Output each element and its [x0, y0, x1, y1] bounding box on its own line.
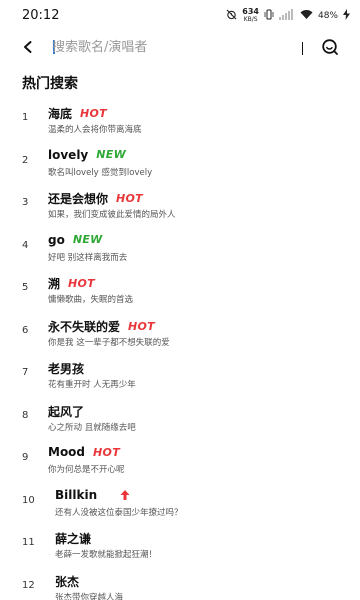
item-subtitle: 如果，我们变成彼此爱情的局外人 [48, 210, 176, 220]
item-title: 张杰 [55, 574, 80, 589]
item-title: lovely [48, 147, 89, 162]
new-badge: NEW [72, 233, 103, 246]
charging-icon [343, 9, 350, 23]
item-title: 薛之谦 [55, 532, 92, 546]
item-title-line: 张杰 [55, 573, 79, 590]
item-title-line: 还是会想你 HOT [48, 190, 143, 207]
item-subtitle: 慵懒歌曲，失眠的首选 [48, 295, 134, 305]
item-title-line: 海底 HOT [48, 105, 107, 122]
search-icon [322, 39, 338, 55]
hot-search-item[interactable]: 12 张杰张杰带你穿越人海 [0, 565, 360, 600]
item-title-line: go NEW [48, 233, 103, 247]
item-title-line: Mood HOT [48, 445, 120, 459]
hot-badge: HOT [93, 445, 120, 459]
hot-badge: HOT [128, 319, 155, 333]
item-title-line: 薛之谦 [55, 530, 91, 547]
item-title-line: Billkin [55, 488, 131, 502]
item-title-line: 溯 HOT [48, 275, 95, 292]
search-button[interactable] [318, 35, 342, 59]
item-title: 溯 [48, 277, 61, 291]
rank-number: 4 [22, 239, 29, 251]
signal-icon [278, 9, 295, 23]
item-title-line: 起风了 [48, 403, 84, 420]
search-bar [0, 30, 360, 62]
item-subtitle: 花有重开时 人无再少年 [48, 380, 136, 390]
wifi-icon [300, 9, 313, 23]
item-title: Billkin [55, 487, 98, 502]
status-bar: 20:12 634 KB/S 48% [0, 0, 360, 32]
item-title: go [48, 232, 65, 247]
item-subtitle: 还有人没被这位泰国少年撩过吗？ [55, 507, 183, 518]
hot-search-item[interactable]: 8 起风了心之所动 且就随缘去吧 [0, 395, 360, 438]
battery-percent: 48% [317, 11, 338, 21]
network-speed: 634 KB/S [242, 8, 259, 24]
item-subtitle: 你为何总是不开心呢 [48, 465, 125, 475]
rank-number: 2 [22, 154, 29, 166]
item-subtitle: 心之所动 且就随缘去吧 [48, 422, 136, 433]
trending-up-icon [119, 489, 131, 501]
rank-number: 8 [22, 409, 29, 421]
rank-number: 3 [22, 197, 29, 208]
hot-search-item[interactable]: 1 海底 HOT 温柔的人会将你带离海底 [0, 97, 360, 140]
hot-search-item[interactable]: 10 Billkin 还有人没被这位泰国少年撩过吗？ [0, 480, 360, 523]
hot-search-item[interactable]: 9 Mood HOT 你为何总是不开心呢 [0, 437, 360, 480]
item-subtitle: 歌名叫lovely 感觉到lovely [48, 167, 153, 178]
item-title: 老男孩 [48, 362, 85, 376]
rank-number: 9 [22, 452, 29, 463]
hot-search-item[interactable]: 5 溯 HOT 慵懒歌曲，失眠的首选 [0, 267, 360, 310]
hot-badge: HOT [68, 277, 95, 290]
item-title: Mood [48, 445, 86, 459]
hot-search-list: 1 海底 HOT 温柔的人会将你带离海底 2 lovely NEW 歌名叫lovely 感觉到… [0, 97, 360, 600]
status-time: 20:12 [22, 8, 60, 23]
item-title-line: lovely NEW [48, 148, 126, 162]
back-button[interactable] [16, 35, 40, 59]
hot-search-item[interactable]: 2 lovely NEW 歌名叫lovely 感觉到lovely [0, 140, 360, 183]
rank-number: 7 [22, 367, 29, 378]
item-subtitle: 好吧 别这样离我而去 [48, 252, 128, 263]
hot-badge: HOT [80, 107, 107, 120]
item-title: 海底 [48, 107, 73, 121]
item-title-line: 永不失联的爱 HOT [48, 318, 155, 335]
rank-number: 10 [22, 494, 35, 506]
rank-number: 1 [22, 112, 29, 123]
item-title: 还是会想你 [48, 192, 109, 206]
hot-search-item[interactable]: 4 go NEW 好吧 别这样离我而去 [0, 225, 360, 268]
network-speed-value: 634 [242, 7, 259, 16]
vibrate-icon [264, 9, 274, 23]
rank-number: 6 [22, 324, 29, 336]
alarm-icon [226, 9, 237, 23]
rank-number: 11 [22, 537, 35, 548]
item-title: 永不失联的爱 [48, 319, 121, 334]
rank-number: 12 [22, 579, 35, 591]
hot-search-item[interactable]: 11 薛之谦老薛一发歌就能掀起狂潮！ [0, 522, 360, 565]
hot-search-item[interactable]: 7 老男孩花有重开时 人无再少年 [0, 352, 360, 395]
item-subtitle: 老薛一发歌就能掀起狂潮！ [55, 550, 158, 560]
item-subtitle: 你是我 这一辈子都不想失联的爱 [48, 337, 170, 348]
network-speed-unit: KB/S [243, 16, 258, 23]
new-badge: NEW [96, 148, 127, 161]
hot-badge: HOT [116, 192, 143, 205]
hot-search-item[interactable]: 3 还是会想你 HOT 如果，我们变成彼此爱情的局外人 [0, 182, 360, 225]
hot-search-title: 热门搜索 [22, 76, 78, 92]
search-input[interactable] [52, 36, 282, 58]
status-indicators: 634 KB/S 48% [226, 7, 350, 25]
hot-search-item[interactable]: 6 永不失联的爱 HOT 你是我 这一辈子都不想失联的爱 [0, 310, 360, 353]
item-subtitle: 张杰带你穿越人海 [55, 592, 124, 600]
item-title-line: 老男孩 [48, 360, 84, 377]
rank-number: 5 [22, 282, 29, 293]
search-divider [302, 42, 303, 55]
back-arrow-icon [24, 41, 32, 53]
item-subtitle: 温柔的人会将你带离海底 [48, 125, 142, 135]
item-title: 起风了 [48, 404, 85, 419]
